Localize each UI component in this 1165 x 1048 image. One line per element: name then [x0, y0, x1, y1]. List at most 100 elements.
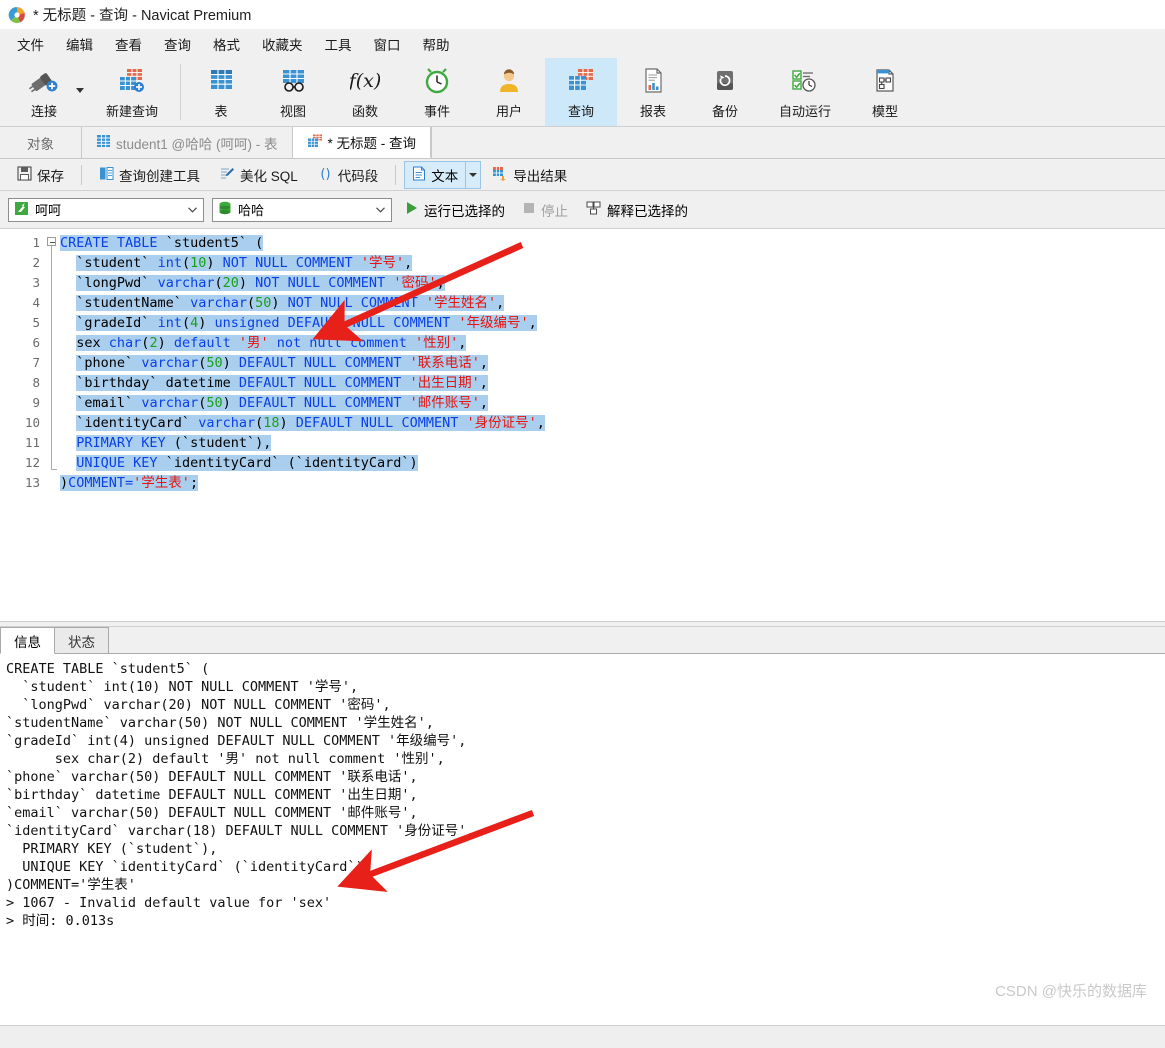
export-result-button[interactable]: 导出结果: [483, 161, 576, 189]
menu-item-edit[interactable]: 编辑: [55, 30, 104, 58]
toolbar-label-function: 函数: [351, 104, 378, 119]
window-title: * 无标题 - 查询 - Navicat Premium: [33, 8, 252, 24]
toolbar-button-report[interactable]: 报表: [617, 58, 689, 126]
query-toolbar: 保存 查询创建工具 美化 SQL () 代码段 文本 导出结果: [0, 159, 1165, 191]
objects-label[interactable]: 对象: [0, 127, 82, 158]
code-line: PRIMARY KEY (`student`),: [76, 435, 272, 451]
toolbar-button-function[interactable]: f(x) 函数: [329, 58, 401, 126]
line-number: 3: [32, 275, 40, 290]
run-selected-button[interactable]: 运行已选择的: [400, 198, 510, 222]
connection-name: 呵呵: [35, 203, 62, 218]
menu-item-file[interactable]: 文件: [6, 30, 55, 58]
result-panel: 信息 状态 CREATE TABLE `student5` ( `student…: [0, 627, 1165, 1025]
code-line: `longPwd` varchar(20) NOT NULL COMMENT '…: [76, 275, 445, 291]
connection-plug-icon: [27, 64, 61, 98]
explain-selected-button[interactable]: 解释已选择的: [581, 198, 693, 222]
svg-text:f(x): f(x): [350, 70, 380, 92]
toolbar-label-new-query: 新建查询: [105, 104, 158, 119]
menu-item-window[interactable]: 窗口: [363, 30, 412, 58]
chevron-down-icon[interactable]: [184, 206, 201, 213]
new-query-table-icon: [115, 64, 149, 98]
tab-student1-table[interactable]: student1 @哈哈 (呵呵) - 表: [82, 127, 293, 158]
menu-item-query[interactable]: 查询: [153, 30, 202, 58]
stop-label: 停止: [541, 203, 568, 219]
chevron-down-icon[interactable]: [372, 206, 389, 213]
toolbar-button-model[interactable]: 模型: [849, 58, 921, 126]
query-table-icon: [307, 134, 323, 151]
toolbar-button-view[interactable]: 视图: [257, 58, 329, 126]
output-line: `student` int(10) NOT NULL COMMENT '学号',: [6, 679, 359, 695]
save-label: 保存: [37, 168, 64, 184]
export-table-icon: [492, 166, 508, 184]
connection-bar: 呵呵 哈哈 运行已选择的 停止 解释已选择的: [0, 191, 1165, 229]
query-table-icon: [565, 64, 597, 98]
tab-label: * 无标题 - 查询: [327, 136, 417, 151]
toolbar-button-event[interactable]: 事件: [401, 58, 473, 126]
menu-item-tools[interactable]: 工具: [314, 30, 363, 58]
toolbar-button-query[interactable]: 查询: [545, 58, 617, 126]
line-number: 6: [32, 335, 40, 350]
line-number: 8: [32, 375, 40, 390]
main-toolbar: 连接 新建查询 表 视图 f(x) 函数 事件 用户 查询 报表 备份 自动运行…: [0, 58, 1165, 127]
sql-editor[interactable]: 1 2 3 4 5 6 7 8 9 10 11 12 13 CREATE TAB…: [0, 229, 1165, 621]
text-mode-split-button[interactable]: 文本: [404, 160, 482, 189]
beautify-sql-button[interactable]: 美化 SQL: [211, 161, 307, 189]
output-line-error: > 1067 - Invalid default value for 'sex': [6, 895, 332, 911]
explain-plan-icon: [586, 201, 601, 218]
run-selected-label: 运行已选择的: [424, 203, 505, 219]
database-select[interactable]: 哈哈: [212, 197, 392, 222]
tab-strip-filler: [431, 127, 1165, 158]
stop-button[interactable]: 停止: [518, 198, 573, 222]
result-tab-status[interactable]: 状态: [54, 627, 109, 653]
tab-untitled-query[interactable]: * 无标题 - 查询: [292, 127, 432, 158]
editor-code-area[interactable]: CREATE TABLE `student5` ( `student` int(…: [60, 233, 1165, 493]
line-number: 9: [32, 395, 40, 410]
line-number: 1: [32, 235, 40, 250]
chevron-down-icon[interactable]: [76, 88, 84, 93]
chevron-down-icon[interactable]: [465, 161, 480, 188]
toolbar-button-table[interactable]: 表: [185, 58, 257, 126]
output-line: `studentName` varchar(50) NOT NULL COMME…: [6, 715, 434, 731]
view-glasses-icon: [278, 64, 308, 98]
editor-fold-column[interactable]: [46, 229, 60, 621]
menu-item-favorites[interactable]: 收藏夹: [251, 30, 314, 58]
code-snippet-button[interactable]: () 代码段: [309, 161, 388, 189]
toolbar-button-user[interactable]: 用户: [473, 58, 545, 126]
code-line: )COMMENT='学生表';: [60, 475, 199, 491]
text-mode-button[interactable]: 文本: [405, 162, 465, 188]
code-line: sex char(2) default '男' not null comment…: [76, 335, 467, 351]
document-tab-strip: 对象 student1 @哈哈 (呵呵) - 表 * 无标题 - 查询: [0, 127, 1165, 159]
query-toolbar-divider-1: [81, 164, 82, 185]
database-name: 哈哈: [238, 203, 265, 218]
toolbar-button-new-query[interactable]: 新建查询: [88, 58, 176, 126]
automation-check-clock-icon: [789, 64, 821, 98]
menu-item-help[interactable]: 帮助: [412, 30, 461, 58]
connection-select[interactable]: 呵呵: [8, 197, 204, 222]
code-snippet-label: 代码段: [337, 168, 379, 184]
menu-item-format[interactable]: 格式: [202, 30, 251, 58]
text-document-icon: [412, 166, 426, 184]
code-line: UNIQUE KEY `identityCard` (`identityCard…: [76, 455, 418, 471]
query-builder-icon: [99, 166, 114, 184]
tab-label: student1 @哈哈 (呵呵) - 表: [116, 136, 278, 152]
save-button[interactable]: 保存: [8, 161, 73, 189]
menu-item-view[interactable]: 查看: [104, 30, 153, 58]
event-clock-icon: [422, 64, 452, 98]
navicat-logo-icon: [8, 6, 26, 24]
save-disk-icon: [17, 165, 32, 184]
output-line: `phone` varchar(50) DEFAULT NULL COMMENT…: [6, 769, 418, 785]
result-output[interactable]: CREATE TABLE `student5` ( `student` int(…: [0, 654, 1165, 1025]
toolbar-label-user: 用户: [495, 104, 522, 119]
query-builder-button[interactable]: 查询创建工具: [90, 161, 209, 189]
toolbar-button-backup[interactable]: 备份: [689, 58, 761, 126]
fold-collapse-icon[interactable]: [47, 237, 56, 246]
line-number: 2: [32, 255, 40, 270]
result-tab-info[interactable]: 信息: [0, 627, 55, 654]
toolbar-button-automation[interactable]: 自动运行: [761, 58, 849, 126]
code-brackets-icon: (): [318, 166, 333, 184]
output-line: `longPwd` varchar(20) NOT NULL COMMENT '…: [6, 697, 391, 713]
toolbar-button-connection[interactable]: 连接: [0, 58, 88, 126]
text-mode-label: 文本: [431, 168, 459, 184]
result-tab-strip: 信息 状态: [0, 627, 1165, 654]
code-line: `identityCard` varchar(18) DEFAULT NULL …: [76, 415, 545, 431]
